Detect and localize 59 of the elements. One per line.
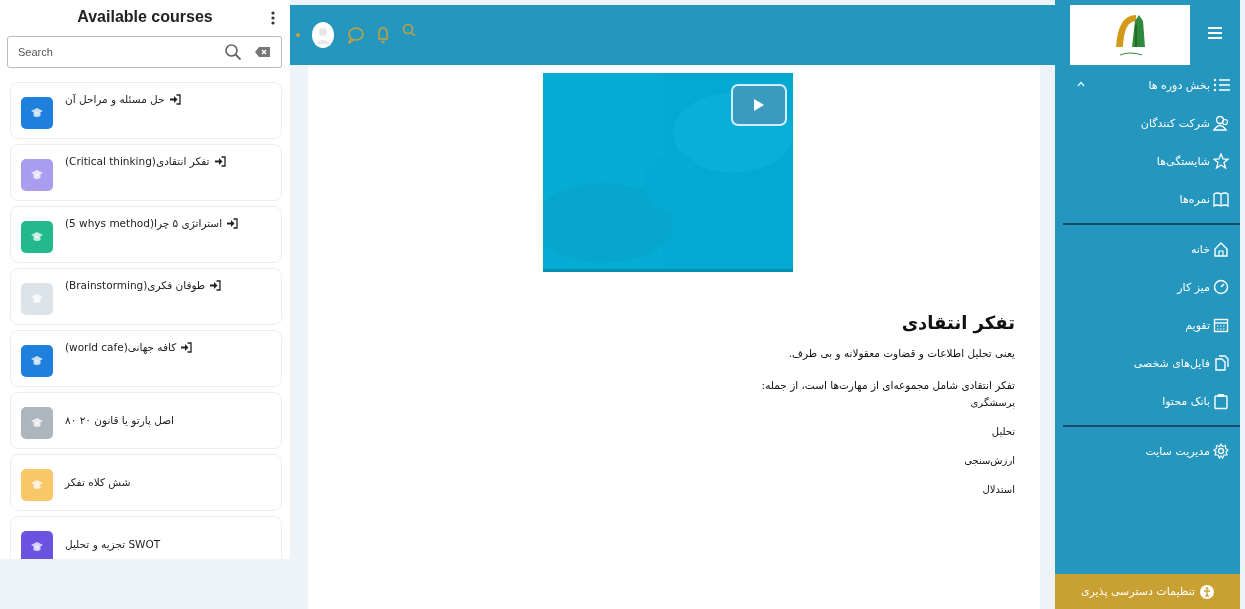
files-icon <box>1213 354 1230 372</box>
menu-icon[interactable] <box>1208 26 1222 39</box>
course-card[interactable]: شش کلاه تفکر <box>10 454 282 511</box>
users-icon <box>1213 114 1230 132</box>
play-icon <box>754 99 764 111</box>
course-title[interactable]: تجزیه و تحلیل SWOT <box>65 537 161 550</box>
graduation-cap-icon <box>30 417 44 429</box>
course-title[interactable]: (Critical thinking)تفکر انتقادی <box>65 155 210 167</box>
enter-icon <box>180 341 193 353</box>
course-card[interactable]: (5 whys method)استراتژی ۵ چرا <box>10 206 282 263</box>
search-field[interactable]: Search <box>7 36 282 68</box>
skill-item: تحلیل <box>990 426 1015 437</box>
graduation-cap-icon <box>30 355 44 367</box>
skill-item: استدلال <box>981 484 1015 495</box>
calendar-icon <box>1213 316 1230 334</box>
gauge-icon <box>1213 278 1230 296</box>
graduation-cap-icon <box>30 541 44 553</box>
paragraph: یعنی تحلیل اطلاعات و قضاوت معقولانه و بی طرف. <box>787 347 1015 359</box>
course-card[interactable]: (world cafe)کافه جهانی <box>10 330 282 387</box>
book-icon <box>1213 190 1230 208</box>
course-title[interactable]: شش کلاه تفکر <box>65 475 131 488</box>
enter-icon <box>213 155 226 167</box>
course-title[interactable]: حل مسئله و مراحل آن <box>65 93 165 105</box>
course-card[interactable]: (Brainstorming)طوفان فکری <box>10 268 282 325</box>
course-card[interactable]: اصل پارتو یا قانون ۲۰ ۸۰ <box>10 392 282 449</box>
panel-title: Available courses <box>77 8 213 26</box>
enter-icon <box>226 217 239 229</box>
paragraph: تفکر انتقادی شامل مجموعه‌ای از مهارت‌ها است، از جمله: <box>760 379 1015 391</box>
chevron-up-icon[interactable] <box>1077 81 1085 87</box>
more-icon[interactable] <box>270 10 276 26</box>
course-card[interactable]: حل مسئله و مراحل آن <box>10 82 282 139</box>
play-button[interactable] <box>731 84 787 126</box>
clear-icon[interactable] <box>254 45 272 59</box>
settings-icon <box>1213 442 1230 460</box>
graduation-cap-icon <box>30 169 44 181</box>
course-card[interactable]: تجزیه و تحلیل SWOT <box>10 516 282 559</box>
search-icon[interactable] <box>224 43 242 61</box>
list-icon <box>1213 76 1230 94</box>
skill-item: ارزش‌سنجی <box>963 455 1015 466</box>
star-icon <box>1213 152 1230 170</box>
home-icon <box>1213 240 1230 258</box>
logo[interactable] <box>1070 5 1190 65</box>
clipboard-icon <box>1213 392 1230 410</box>
graduation-cap-icon <box>30 293 44 305</box>
course-title[interactable]: اصل پارتو یا قانون ۲۰ ۸۰ <box>65 413 174 426</box>
dot-icon <box>296 33 300 37</box>
graduation-cap-icon <box>30 231 44 243</box>
graduation-cap-icon <box>30 479 44 491</box>
enter-icon <box>168 93 181 105</box>
graduation-cap-icon <box>30 107 44 119</box>
user-avatar[interactable] <box>312 22 334 48</box>
accessibility-icon <box>1200 584 1215 599</box>
course-title[interactable]: (world cafe)کافه جهانی <box>65 341 177 353</box>
course-title[interactable]: (Brainstorming)طوفان فکری <box>65 279 206 291</box>
enter-icon <box>209 279 222 291</box>
content-heading: تفکر انتقادی <box>900 312 1015 333</box>
course-title[interactable]: (5 whys method)استراتژی ۵ چرا <box>65 217 223 229</box>
skill-item: پرسشگری <box>969 397 1015 408</box>
course-card[interactable]: (Critical thinking)تفکر انتقادی <box>10 144 282 201</box>
